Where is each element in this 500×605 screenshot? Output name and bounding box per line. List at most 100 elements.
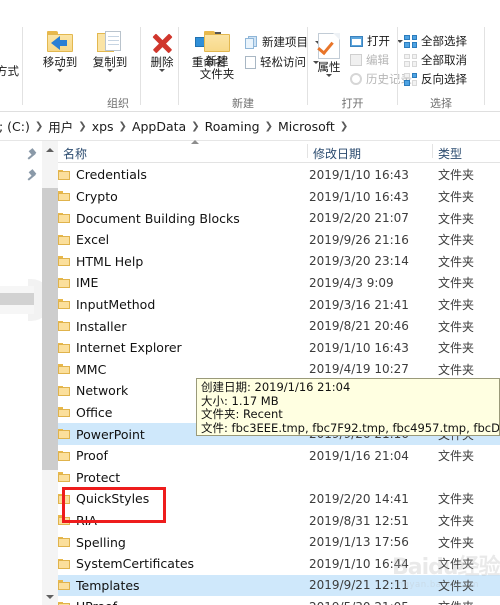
breadcrumb-item[interactable]: 用户 (45, 117, 76, 136)
table-row[interactable]: Proof 2019/1/16 21:04 文件夹 (57, 445, 500, 467)
file-name: HTML Help (76, 253, 144, 269)
column-headers: 名称 修改日期 类型 (57, 140, 500, 163)
column-header-name[interactable]: 名称 (63, 145, 87, 162)
file-type: 文件夹 (438, 362, 475, 377)
table-row[interactable]: Templates 2019/9/21 12:11 文件夹 (57, 574, 500, 597)
file-name: Installer (76, 318, 127, 334)
file-type: 文件夹 (438, 598, 474, 605)
file-name: SystemCertificates (76, 556, 195, 572)
breadcrumb-chevron-icon[interactable]: ❯ (189, 121, 201, 132)
move-to-label: 移动到 (42, 55, 78, 69)
file-type: 文件夹 (438, 557, 475, 572)
breadcrumb-item[interactable]: Microsoft (275, 119, 338, 134)
pin-icon[interactable] (27, 169, 38, 181)
breadcrumb-chevron-icon[interactable]: ❯ (33, 121, 45, 132)
file-name: Crypto (76, 189, 118, 205)
file-date-modified: 2019/9/21 12:11 (309, 578, 409, 593)
file-name: IME (76, 275, 99, 291)
folder-info-tooltip: 创建日期: 2019/1/16 21:04 大小: 1.17 MB 文件夹: R… (196, 378, 500, 436)
table-row[interactable]: InputMethod 2019/3/16 21:41 文件夹 (57, 294, 500, 316)
edit-button[interactable]: 编辑 (350, 52, 389, 68)
copy-to-button[interactable]: 复制到 (85, 31, 135, 72)
select-none-button[interactable]: 全部取消 (404, 52, 467, 68)
ribbon-group-new: 新建 文件夹 新建项目 轻松访问 新建 (179, 21, 321, 112)
breadcrumb-item[interactable]: ; (C:) (0, 119, 33, 134)
table-row[interactable]: Excel 2019/9/26 21:16 文件夹 (57, 229, 500, 251)
file-date-modified: 2019/1/16 21:04 (309, 448, 409, 463)
file-type: 文件夹 (438, 211, 475, 226)
table-row[interactable]: UProof 2019/5/30 21:05 文件夹 (57, 596, 500, 605)
move-to-button[interactable]: 移动到 (35, 31, 85, 72)
new-folder-button[interactable]: 新建 文件夹 (193, 31, 241, 81)
select-none-label: 全部取消 (421, 53, 467, 67)
scroll-down-button[interactable] (42, 588, 58, 605)
scroll-up-button[interactable] (42, 141, 58, 158)
table-row[interactable]: SystemCertificates 2019/1/10 16:44 文件夹 (57, 553, 500, 575)
breadcrumb-chevron-icon[interactable]: ❯ (263, 121, 275, 132)
tooltip-created-date: 创建日期: 2019/1/16 21:04 (201, 380, 351, 394)
file-type: 文件夹 (438, 298, 475, 313)
file-type: 文件夹 (438, 254, 475, 269)
table-row[interactable]: Credentials 2019/1/10 16:43 文件夹 (57, 164, 500, 186)
table-row[interactable]: HTML Help 2019/3/20 23:14 文件夹 (57, 251, 500, 273)
properties-button[interactable]: 属性 (311, 33, 347, 77)
table-row[interactable]: MMC 2019/4/19 10:27 文件夹 (57, 359, 500, 381)
table-row[interactable]: Installer 2019/8/21 20:46 文件夹 (57, 315, 500, 337)
new-item-label: 新建项目 (262, 35, 308, 49)
delete-label: 删除 (150, 55, 174, 69)
properties-icon (317, 33, 340, 59)
chevron-down-icon[interactable] (57, 69, 63, 72)
column-header-type[interactable]: 类型 (438, 145, 462, 162)
chevron-down-icon[interactable] (326, 74, 332, 77)
file-type: 文件夹 (438, 341, 475, 356)
vertical-scrollbar[interactable] (42, 141, 58, 605)
table-row[interactable]: Internet Explorer 2019/1/10 16:43 文件夹 (57, 337, 500, 359)
table-row[interactable]: Spelling 2019/1/13 17:56 文件夹 (57, 531, 500, 553)
file-date-modified: 2019/8/31 12:51 (309, 513, 409, 528)
select-all-icon (404, 34, 417, 48)
chevron-down-icon[interactable] (107, 69, 113, 72)
table-row[interactable]: IME 2019/4/3 9:09 文件夹 (57, 272, 500, 294)
table-row[interactable]: Crypto 2019/1/10 16:43 文件夹 (57, 186, 500, 208)
navigation-pane-strip (0, 141, 52, 605)
ascending-caret-icon (191, 140, 199, 144)
file-explorer-window: 方式 移动到 复制到 删除 重命名 组织 新建 文件夹 新建项目 轻松访问 新建… (0, 0, 500, 605)
edit-label: 编辑 (366, 53, 389, 67)
file-type: 文件夹 (438, 514, 475, 529)
tooltip-size: 大小: 1.17 MB (201, 393, 279, 408)
breadcrumb-chevron-icon[interactable]: ❯ (76, 121, 88, 132)
file-date-modified: 2019/2/20 21:07 (309, 211, 409, 226)
invert-selection-button[interactable]: 反向选择 (404, 71, 467, 87)
table-row[interactable]: Protect (57, 467, 500, 489)
breadcrumb[interactable]: ; (C:) ❯ 用户 ❯ xps ❯ AppData ❯ Roaming ❯ Microsoft ❯ (0, 117, 350, 136)
table-row[interactable]: Document Building Blocks 2019/2/20 21:07 文… (57, 207, 500, 229)
chevron-down-icon[interactable] (159, 69, 165, 72)
breadcrumb-chevron-icon[interactable]: ❯ (338, 121, 350, 132)
open-button[interactable]: 打开 (350, 33, 403, 49)
breadcrumb-item[interactable]: AppData (129, 119, 189, 134)
column-header-date[interactable]: 修改日期 (313, 145, 361, 162)
file-date-modified: 2019/1/13 17:56 (309, 535, 409, 550)
delete-x-icon (150, 31, 174, 55)
select-all-button[interactable]: 全部选择 (404, 33, 467, 49)
new-folder-label-line2: 文件夹 (199, 67, 235, 81)
breadcrumb-item[interactable]: xps (89, 119, 117, 134)
ribbon-group-organize: 移动到 复制到 删除 重命名 组织 (23, 21, 226, 112)
copy-to-label: 复制到 (92, 55, 128, 69)
breadcrumb-chevron-icon[interactable]: ❯ (117, 121, 129, 132)
file-name: Templates (76, 577, 140, 593)
pin-icon[interactable] (27, 148, 38, 160)
file-name: Protect (76, 469, 121, 485)
file-type: 文件夹 (438, 535, 475, 550)
file-name: UProof (76, 599, 117, 605)
delete-button[interactable]: 删除 (141, 31, 183, 72)
file-type: 文件夹 (438, 233, 475, 248)
file-date-modified: 2019/3/16 21:41 (309, 297, 409, 312)
scrollbar-thumb[interactable] (42, 188, 58, 470)
copy-to-folder-icon (97, 31, 123, 54)
file-date-modified: 2019/1/10 16:44 (309, 556, 409, 571)
nav-pane-grip[interactable] (0, 293, 34, 305)
address-bar[interactable]: ; (C:) ❯ 用户 ❯ xps ❯ AppData ❯ Roaming ❯ Microsoft ❯ (0, 113, 500, 141)
breadcrumb-item[interactable]: Roaming (202, 119, 263, 134)
file-date-modified: 2019/1/10 16:43 (309, 340, 409, 355)
